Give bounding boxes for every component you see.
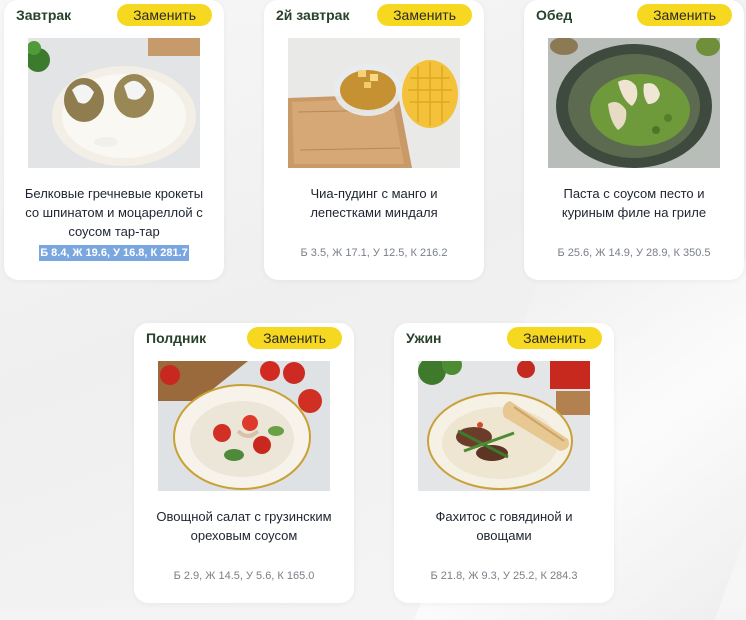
- nutrition-macros: Б 8.4, Ж 19.6, У 16.8, К 281.7: [4, 245, 224, 261]
- replace-button[interactable]: Заменить: [637, 4, 732, 26]
- meal-card-second-breakfast: 2й завтрак Заменить Чиа-пудинг с манго и…: [264, 0, 484, 280]
- macros-text: Б 2.9, Ж 14.5, У 5.6, К 165.0: [173, 570, 315, 582]
- macros-text: Б 25.6, Ж 14.9, У 28.9, К 350.5: [557, 247, 711, 259]
- dish-name-line: Фахитос с говядиной и: [435, 509, 573, 524]
- meal-type-label: Завтрак: [16, 7, 72, 23]
- dish-name: Паста с соусом песто и куриным филе на г…: [532, 184, 736, 222]
- beef-fajitas-photo: [418, 361, 590, 491]
- macros-text: Б 8.4, Ж 19.6, У 16.8, К 281.7: [39, 245, 189, 261]
- dish-name-line: соусом тар-тар: [68, 224, 160, 239]
- meal-type-label: Обед: [536, 7, 573, 23]
- dish-name-line: Паста с соусом песто и: [563, 186, 705, 201]
- dish-name-line: Овощной салат с грузинским: [156, 509, 332, 524]
- meal-type-label: Ужин: [406, 330, 442, 346]
- replace-button[interactable]: Заменить: [117, 4, 212, 26]
- replace-button[interactable]: Заменить: [377, 4, 472, 26]
- dish-name: Овощной салат с грузинским ореховым соус…: [142, 507, 346, 545]
- dish-name-line: Белковые гречневые крокеты: [24, 186, 204, 201]
- meal-card-afternoon-snack: Полдник Заменить Овощной салат с грузинс…: [134, 323, 354, 603]
- chia-pudding-mango-photo: [288, 38, 460, 168]
- dish-name-line: лепестками миндаля: [310, 205, 438, 220]
- card-header: 2й завтрак Заменить: [276, 4, 472, 26]
- meal-card-breakfast: Завтрак Заменить Белковые гречневые крок…: [4, 0, 224, 280]
- pesto-pasta-chicken-photo: [548, 38, 720, 168]
- nutrition-macros: Б 2.9, Ж 14.5, У 5.6, К 165.0: [134, 570, 354, 582]
- meal-card-dinner: Ужин Заменить Фахитос с говядиной и овощ…: [394, 323, 614, 603]
- nutrition-macros: Б 25.6, Ж 14.9, У 28.9, К 350.5: [524, 247, 744, 259]
- card-header: Обед Заменить: [536, 4, 732, 26]
- meal-type-label: 2й завтрак: [276, 7, 350, 23]
- replace-button[interactable]: Заменить: [507, 327, 602, 349]
- dish-name-line: ореховым соусом: [190, 528, 298, 543]
- card-header: Завтрак Заменить: [16, 4, 212, 26]
- meal-type-label: Полдник: [146, 330, 207, 346]
- meal-card-lunch: Обед Заменить Паста с соусом песто и кур…: [524, 0, 744, 280]
- dish-name-line: со шпинатом и моцареллой с: [25, 205, 203, 220]
- card-header: Ужин Заменить: [406, 327, 602, 349]
- dish-name-line: куриным филе на гриле: [561, 205, 707, 220]
- dish-name: Белковые гречневые крокеты со шпинатом и…: [12, 184, 216, 241]
- macros-text: Б 3.5, Ж 17.1, У 12.5, К 216.2: [300, 247, 448, 259]
- dish-name-line: овощами: [476, 528, 532, 543]
- nutrition-macros: Б 3.5, Ж 17.1, У 12.5, К 216.2: [264, 247, 484, 259]
- dish-name: Чиа-пудинг с манго и лепестками миндаля: [272, 184, 476, 222]
- dish-name-line: Чиа-пудинг с манго и: [310, 186, 438, 201]
- macros-text: Б 21.8, Ж 9.3, У 25.2, К 284.3: [430, 570, 578, 582]
- vegetable-salad-photo: [158, 361, 330, 491]
- dish-name: Фахитос с говядиной и овощами: [402, 507, 606, 545]
- nutrition-macros: Б 21.8, Ж 9.3, У 25.2, К 284.3: [394, 570, 614, 582]
- card-header: Полдник Заменить: [146, 327, 342, 349]
- buckwheat-croquettes-photo: [28, 38, 200, 168]
- replace-button[interactable]: Заменить: [247, 327, 342, 349]
